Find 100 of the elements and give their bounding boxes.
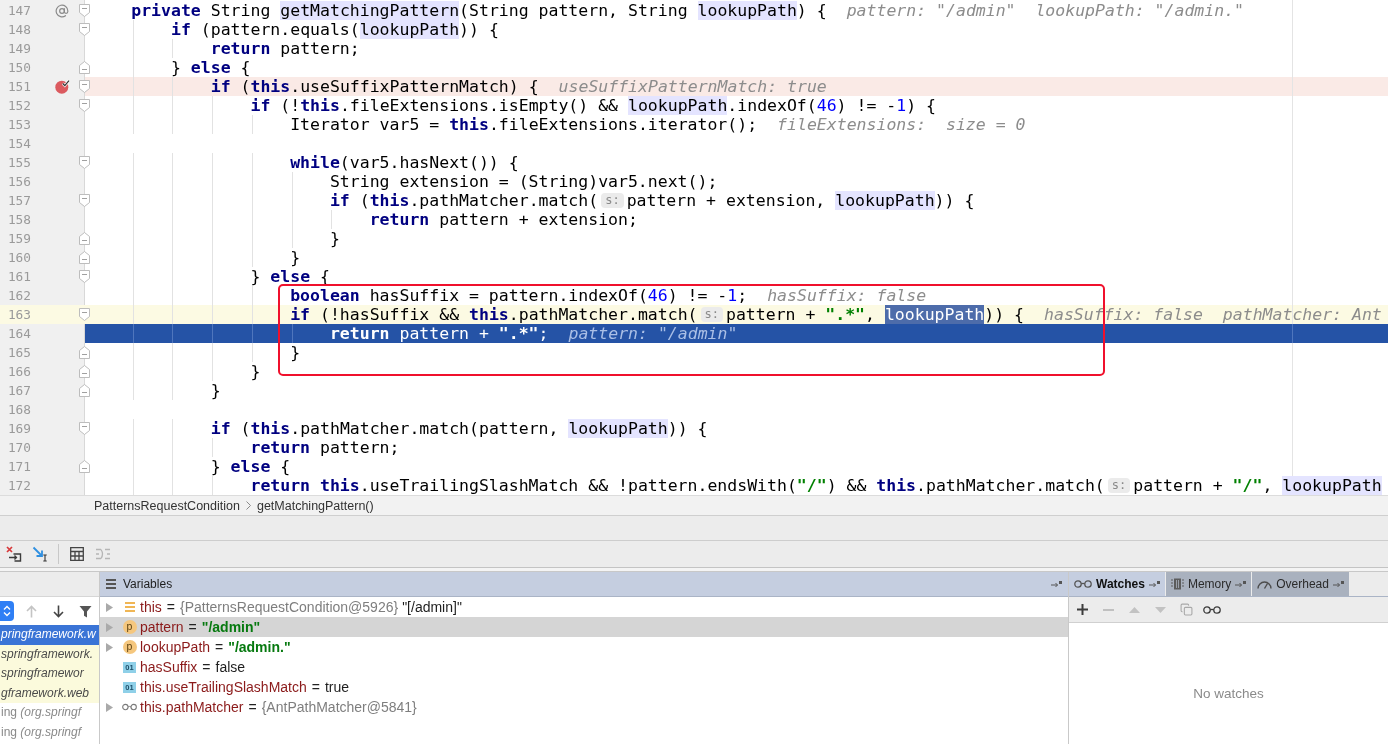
at-sign-icon[interactable]: [55, 3, 69, 18]
fold-marker-icon[interactable]: [79, 384, 90, 397]
fold-marker-icon[interactable]: [79, 99, 90, 112]
fold-marker-icon[interactable]: [79, 23, 90, 36]
inline-value-hint: useSuffixPatternMatch: true: [558, 77, 827, 96]
parameter-badge: p: [122, 640, 137, 654]
code-text: }: [250, 362, 261, 381]
breadcrumb-item[interactable]: PatternsRequestCondition: [94, 498, 240, 513]
fold-marker-icon[interactable]: [79, 156, 90, 169]
glasses-icon: [1203, 605, 1221, 614]
code-text: if (this.pathMatcher.match(pattern, lookupPath)) {: [210, 419, 708, 438]
expand-arrow-icon[interactable]: [106, 702, 113, 712]
panel-tab[interactable]: Overhead: [1252, 572, 1349, 596]
code-text: if (this.pathMatcher.match(: [329, 191, 599, 210]
fold-marker-icon[interactable]: [79, 422, 90, 435]
lines-icon: [106, 579, 116, 589]
parameter-hint: s:: [1107, 478, 1131, 493]
memory-chip-icon: [1170, 578, 1184, 590]
line-number: 161: [7, 268, 31, 286]
line-number: 153: [7, 116, 31, 134]
variable-name: this.pathMatcher: [140, 699, 244, 715]
code-text: return pattern + ".*";: [329, 324, 549, 343]
fold-marker-icon[interactable]: [79, 61, 90, 74]
code-text: while(var5.hasNext()) {: [290, 153, 519, 172]
variable-name: lookupPath: [140, 639, 211, 655]
code-text: String extension = (String)var5.next();: [329, 172, 718, 191]
expand-arrow-icon[interactable]: [106, 642, 113, 652]
code-text: return this.useTrailingSlashMatch && !pattern.endsWith("/") && this.pathMatcher.match(: [250, 476, 1105, 495]
code-text: }: [290, 248, 301, 267]
variable-row[interactable]: this = {PatternsRequestCondition@5926} "[/admin]": [100, 597, 1068, 617]
fold-marker-icon[interactable]: [79, 460, 90, 473]
fold-marker-icon[interactable]: [79, 270, 90, 283]
thread-dropdown[interactable]: [0, 601, 14, 621]
parameter-hint: s:: [700, 307, 723, 322]
arrow-up-icon: [25, 604, 37, 618]
breadcrumb-item[interactable]: getMatchingPattern(): [256, 498, 374, 513]
stack-frame[interactable]: gframework.web: [0, 683, 99, 703]
fold-marker-icon[interactable]: [79, 346, 90, 359]
variable-value: false: [215, 659, 246, 675]
equals-sign: =: [188, 619, 197, 635]
line-number: 171: [7, 458, 31, 476]
line-number: 152: [7, 97, 31, 115]
line-number: 149: [7, 40, 31, 58]
panel-tab[interactable]: Memory: [1165, 572, 1252, 596]
code-text: } else {: [210, 457, 291, 476]
filter-icon: [78, 604, 92, 618]
fold-marker-icon[interactable]: [79, 80, 90, 93]
line-number: 166: [7, 363, 31, 381]
inline-value-hint: pattern: "/admin" lookupPath: "/admin.": [846, 1, 1245, 20]
breakpoint-icon[interactable]: [54, 79, 70, 94]
code-text: Iterator var5 = this.fileExtensions.iterator();: [290, 115, 758, 134]
code-text: boolean hasSuffix = pattern.indexOf(46) != -1;: [290, 286, 748, 305]
line-number: 157: [7, 192, 31, 210]
code-text: pattern + ".*", lookupPath)) {: [725, 305, 1025, 324]
arrow-pin-icon[interactable]: [1332, 580, 1344, 588]
variable-row[interactable]: p pattern = "/admin": [100, 617, 1068, 637]
stack-frame[interactable]: springframework.: [0, 644, 99, 664]
inline-value-hint: fileExtensions: size = 0: [777, 115, 1026, 134]
variable-type: {PatternsRequestCondition@5926}: [180, 599, 399, 615]
variable-value: "[/admin]": [402, 599, 462, 615]
line-number: 159: [7, 230, 31, 248]
code-text: if (!hasSuffix && this.pathMatcher.match(: [290, 305, 698, 324]
expand-arrow-icon[interactable]: [106, 602, 113, 612]
fold-marker-icon[interactable]: [79, 232, 90, 245]
variable-name: hasSuffix: [140, 659, 198, 675]
variable-row[interactable]: this.pathMatcher = {AntPathMatcher@5841}: [100, 697, 1068, 717]
code-text: return pattern + extension;: [369, 210, 638, 229]
arrow-pin-icon[interactable]: [1148, 580, 1160, 588]
lines-icon: [124, 602, 135, 612]
glasses-icon: [1074, 580, 1092, 588]
fold-marker-icon[interactable]: [79, 194, 90, 207]
line-number: 164: [7, 325, 31, 343]
equals-sign: =: [248, 699, 257, 715]
stack-frame[interactable]: pringframework.w: [0, 625, 99, 645]
line-number: 167: [7, 382, 31, 400]
arrow-down-icon: [52, 604, 64, 618]
code-text: private String getMatchingPattern(String pattern, String lookupPath) {: [131, 1, 827, 20]
triangle-down-icon: [1154, 606, 1166, 613]
equals-sign: =: [311, 679, 320, 695]
stack-frame[interactable]: springframewor: [0, 664, 99, 684]
parameter-hint: s:: [601, 193, 624, 208]
minus-icon: [1102, 608, 1114, 611]
arrow-pin-icon[interactable]: [1235, 580, 1247, 588]
arrow-pin-icon[interactable]: [1051, 580, 1062, 588]
inline-value-hint: pattern: "/admin": [568, 324, 738, 343]
code-text: pattern + "/", lookupPath: [1133, 476, 1382, 495]
expand-arrow-icon[interactable]: [106, 622, 113, 632]
line-number: 151: [7, 78, 31, 96]
code-text: if (this.useSuffixPatternMatch) {: [210, 77, 539, 96]
variable-row[interactable]: p lookupPath = "/admin.": [100, 637, 1068, 657]
fold-marker-icon[interactable]: [79, 4, 90, 17]
fold-marker-icon[interactable]: [79, 251, 90, 264]
line-number: 169: [7, 420, 31, 438]
line-number: 147: [7, 2, 31, 20]
panel-tab[interactable]: Watches: [1069, 572, 1165, 596]
code-editor[interactable]: [0, 0, 1388, 495]
code-text: pattern + extension, lookupPath)) {: [626, 191, 975, 210]
fold-marker-icon[interactable]: [79, 365, 90, 378]
fold-marker-icon[interactable]: [79, 308, 90, 321]
equals-sign: =: [215, 639, 224, 655]
